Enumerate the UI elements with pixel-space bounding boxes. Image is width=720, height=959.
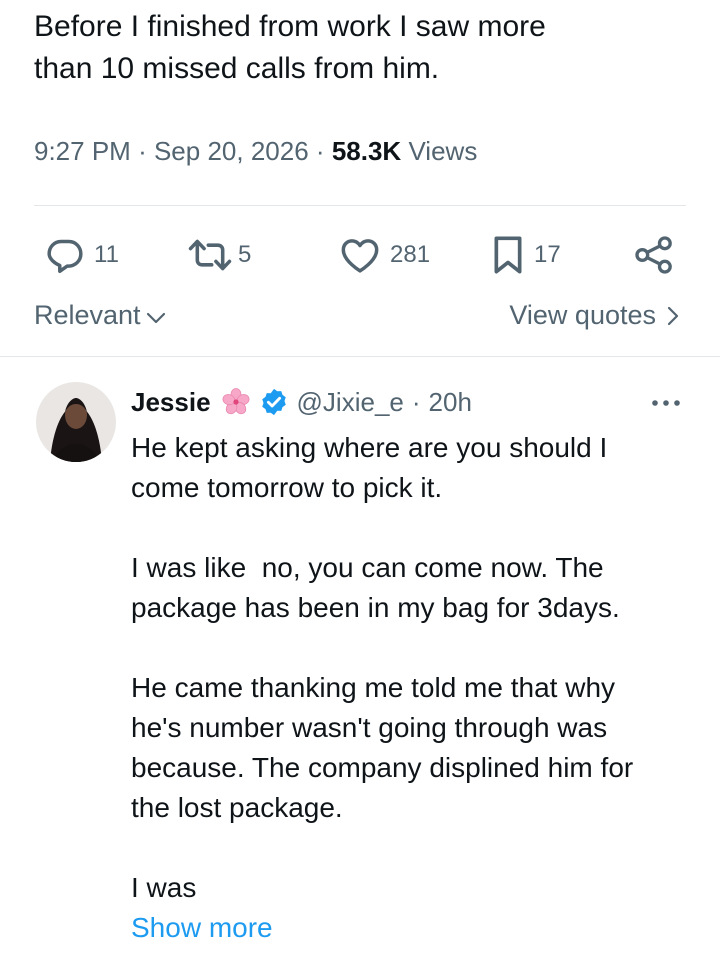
views-count: 58.3K [331,136,402,166]
chevron-down-icon [146,312,165,323]
chevron-right-icon [667,306,679,325]
bookmark-count: 17 [534,241,561,268]
reply-text-line: I was like no, you can come now. The [131,552,604,583]
tweet-text: Before I finished from work I saw more t… [34,6,694,90]
tweet-text-line: Before I finished from work I saw more [34,10,546,43]
show-more-link[interactable]: Show more [131,908,701,948]
like-count: 281 [390,241,431,268]
divider [34,205,686,206]
reply-text-line: He kept asking where are you should I [131,432,608,463]
avatar-image [36,382,116,462]
view-quotes-link[interactable]: View quotes [509,300,680,331]
repost-icon [188,239,232,271]
share-button[interactable] [634,232,674,278]
reply-text-line: he's number wasn't going through was [131,712,608,743]
reply-icon [47,239,83,274]
relevant-dropdown[interactable]: Relevant [34,300,167,331]
cherry-blossom-icon [222,388,249,415]
meta-separator: · [315,136,325,166]
replies-sort-row: Relevant View quotes [34,296,680,340]
share-icon [635,236,672,274]
views-label: Views [408,136,478,166]
relevant-label: Relevant [34,300,141,330]
reply-text: He kept asking where are you should I co… [131,428,701,948]
reply-text-line: the lost package. [131,792,343,823]
reply-button[interactable]: 11 [46,232,119,278]
reply-header: Jessie @Jixie_e · 20h [131,382,472,422]
like-button[interactable]: 281 [340,232,430,278]
reply-text-line: because. The company displined him for [131,752,634,783]
meta-separator: · [138,136,147,166]
author-handle[interactable]: @Jixie_e [297,387,404,418]
verified-badge-icon [261,388,286,416]
divider [0,356,720,357]
tweet-time[interactable]: 9:27 PM [34,136,131,166]
avatar[interactable] [36,382,116,462]
like-icon [341,239,379,273]
reply-text-line: I was [131,872,197,903]
reply-time[interactable]: 20h [429,387,472,418]
view-quotes-label: View quotes [509,300,656,330]
reply-count: 11 [94,241,119,268]
reply-text-line: He came thanking me told me that why [131,672,616,703]
header-separator: · [411,386,421,417]
tweet-meta: 9:27 PM · Sep 20, 2026 · 58.3K Views [34,136,477,167]
author-name[interactable]: Jessie [131,387,211,418]
more-options-icon[interactable] [650,398,682,408]
tweet-date[interactable]: Sep 20, 2026 [154,136,309,166]
reply-text-line: come tomorrow to pick it. [131,472,443,503]
bookmark-button[interactable]: 17 [492,232,561,278]
repost-count: 5 [238,241,252,268]
bookmark-icon [494,236,522,274]
reply-text-line: package has been in my bag for 3days. [131,592,620,623]
action-bar: 11 5 281 17 [0,232,720,278]
repost-button[interactable]: 5 [188,232,251,278]
tweet-text-line: than 10 missed calls from him. [34,52,440,85]
